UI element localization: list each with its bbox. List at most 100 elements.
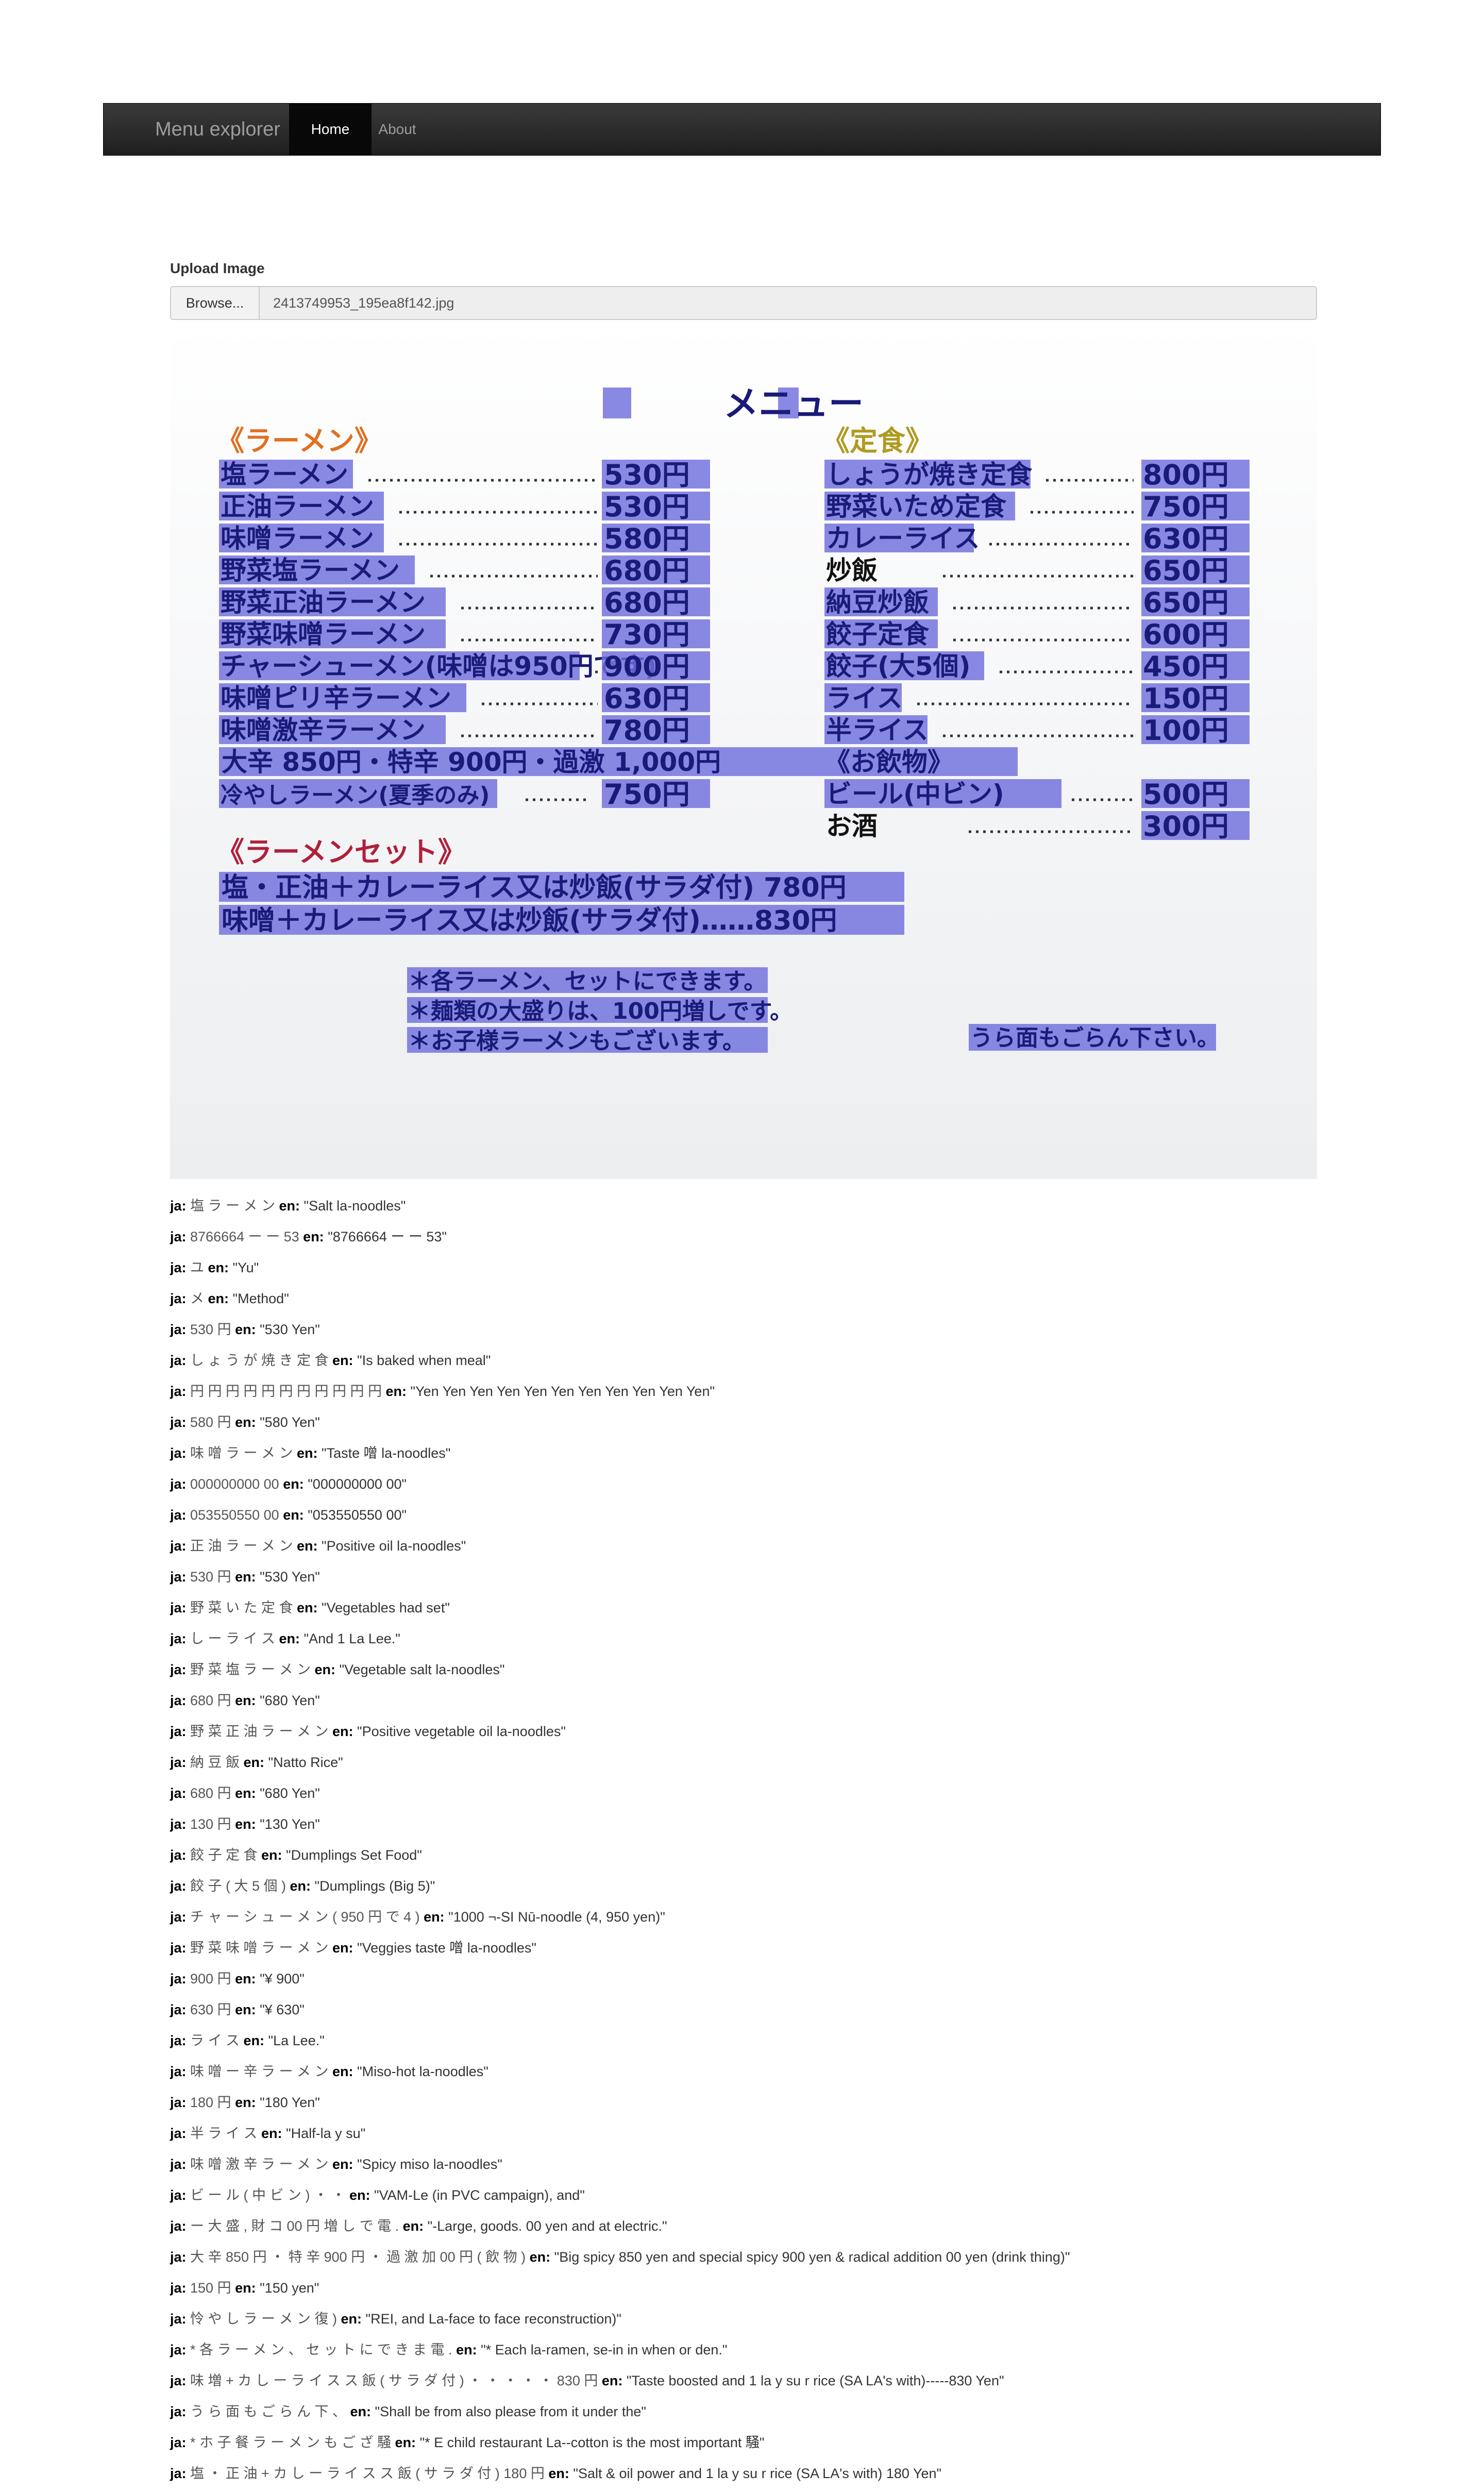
en-label: en: — [402, 2218, 428, 2234]
upload-image-label: Upload Image — [170, 260, 265, 276]
result-row: ja: 円 円 円 円 円 円 円 円 円 円 円 en: "Yen Yen Y… — [170, 1376, 1355, 1407]
ja-label: ja: — [170, 2466, 191, 2481]
en-text: "Taste boosted and 1 la y su r rice (SA … — [626, 2373, 1004, 2388]
ja-text: 580 円 — [190, 1415, 235, 1430]
nav-home-tab[interactable]: Home — [289, 104, 372, 155]
result-row: ja: 野 菜 い た 定 食 en: "Vegetables had set" — [170, 1592, 1355, 1623]
en-text: "La Lee." — [268, 2033, 325, 2048]
ramen-item-price: 630円 — [604, 682, 690, 715]
ja-text: 680 円 — [190, 1786, 235, 1801]
ja-label: ja: — [170, 1229, 191, 1244]
en-label: en: — [424, 1909, 449, 1925]
ramen-item-name: 味噌ピリ辛ラーメン — [221, 683, 451, 713]
drink-item-name: ビール(中ビン) — [826, 779, 1004, 809]
en-text: "Taste 噌 la-noodles" — [322, 1445, 451, 1461]
ja-label: ja: — [170, 1971, 191, 1986]
en-text: "Shall be from also please from it under… — [375, 2404, 646, 2419]
result-row: ja: 530 円 en: "530 Yen" — [170, 1314, 1355, 1345]
menu-note: ＊麺類の大盛りは、100円増しです。 — [408, 998, 792, 1024]
en-label: en: — [261, 1847, 286, 1863]
teishoku-item-price: 650円 — [1143, 554, 1229, 587]
navbar: Menu explorer Home About — [103, 103, 1381, 156]
ja-text: 怜 や し ラ ー メ ン 復 ) — [190, 2311, 341, 2327]
en-text: "Positive vegetable oil la-noodles" — [357, 1724, 566, 1739]
ja-text: 半 ラ イ ス — [190, 2126, 262, 2141]
en-text: "Salt & oil power and 1 la y su r rice (… — [573, 2466, 942, 2481]
en-label: en: — [208, 1260, 233, 1275]
result-row: ja: 680 円 en: "680 Yen" — [170, 1685, 1355, 1716]
selected-file-name: 2413749953_195ea8f142.jpg — [273, 295, 454, 311]
en-text: "8766664 ー ー 53" — [328, 1229, 447, 1244]
ramen-set-item: 塩・正油＋カレーライス又は炒飯(サラダ付) 780円 — [222, 872, 847, 903]
file-input[interactable]: Browse... 2413749953_195ea8f142.jpg — [170, 286, 1317, 320]
ja-text: 680 円 — [190, 1693, 235, 1708]
result-row: ja: 味 噌 ラ ー メ ン en: "Taste 噌 la-noodles" — [170, 1438, 1355, 1469]
nav-about-tab[interactable]: About — [372, 104, 423, 155]
en-label: en: — [235, 1322, 260, 1337]
ja-text: 餃 子 定 食 — [190, 1847, 262, 1863]
navbar-brand[interactable]: Menu explorer — [155, 104, 280, 155]
ja-label: ja: — [170, 2342, 191, 2358]
en-label: en: — [235, 2280, 260, 2296]
result-row: ja: ー 大 盛 , 財 コ 00 円 増 し で 電 . en: "-Lar… — [170, 2211, 1355, 2242]
result-row: ja: し ょ う が 焼 き 定 食 en: "Is baked when m… — [170, 1345, 1355, 1376]
en-text: "Yu" — [232, 1260, 259, 1275]
teishoku-item-name: しょうが焼き定食 — [826, 460, 1033, 490]
result-row: ja: ビ ー ル ( 中 ビ ン ) ・ ・ en: "VAM-Le (in … — [170, 2180, 1355, 2211]
ja-text: し ょ う が 焼 き 定 食 — [190, 1353, 333, 1368]
ramen-item-price: 730円 — [604, 618, 690, 651]
ramen-header: 《ラーメン》 — [216, 425, 382, 457]
ja-text: 大 辛 850 円 ・ 特 辛 900 円 ・ 過 激 加 00 円 ( 飲 物… — [190, 2249, 530, 2265]
menu-note: ＊お子様ラーメンもございます。 — [408, 1028, 745, 1054]
result-row: ja: 053550550 00 en: "053550550 00" — [170, 1500, 1355, 1530]
browse-button[interactable]: Browse... — [171, 287, 260, 319]
ramen-set-header: 《ラーメンセット》 — [216, 836, 466, 868]
ja-text: ユ — [190, 1260, 208, 1275]
ramen-item-name: チャーシューメン(味噌は950円です) — [221, 651, 657, 681]
en-text: "680 Yen" — [260, 1786, 320, 1801]
ja-text: 000000000 00 — [190, 1476, 283, 1492]
en-text: "Miso-hot la-noodles" — [357, 2064, 488, 2079]
en-text: "000000000 00" — [308, 1476, 407, 1492]
result-row: ja: 630 円 en: "¥ 630" — [170, 1994, 1355, 2025]
ramen-item-name: 冷やしラーメン(夏季のみ) — [221, 782, 490, 809]
ja-text: 530 円 — [190, 1569, 235, 1585]
teishoku-item-price: 100円 — [1143, 714, 1229, 747]
result-row: ja: 150 円 en: "150 yen" — [170, 2272, 1355, 2303]
en-label: en: — [243, 2033, 268, 2048]
en-label: en: — [235, 1816, 260, 1832]
en-label: en: — [601, 2373, 627, 2388]
en-text: "Positive oil la-noodles" — [322, 1538, 466, 1554]
en-label: en: — [332, 1353, 358, 1368]
ja-text: し ー ラ イ ス — [190, 1631, 279, 1646]
ja-label: ja: — [170, 2157, 191, 2172]
ramen-item-name: 正油ラーメン — [221, 492, 374, 521]
en-text: "Vegetable salt la-noodles" — [339, 1662, 505, 1677]
en-text: "Dumplings (Big 5)" — [314, 1878, 435, 1894]
en-text: "¥ 900" — [260, 1971, 305, 1986]
menu-photo: メニュー 《ラーメン》 《定食》 塩ラーメン 530円 正油ラーメン 530円 味噌ラーメン 5… — [170, 321, 1317, 1179]
ja-text: ビ ー ル ( 中 ビ ン ) ・ ・ — [190, 2187, 350, 2203]
en-text: "VAM-Le (in PVC campaign), and" — [374, 2187, 585, 2203]
en-label: en: — [529, 2249, 554, 2265]
ja-text: 8766664 ー ー 53 — [190, 1229, 303, 1244]
ja-text: 野 菜 正 油 ラ ー メ ン — [190, 1724, 333, 1739]
result-row: ja: メ en: "Method" — [170, 1283, 1355, 1314]
ramen-set-item: 味噌＋カレーライス又は炒飯(サラダ付)……830円 — [222, 905, 837, 936]
ramen-item-price: 680円 — [604, 586, 690, 619]
ja-label: ja: — [170, 2002, 191, 2017]
ja-label: ja: — [170, 1384, 191, 1399]
menu-title: メニュー — [723, 384, 864, 425]
en-label: en: — [297, 1600, 322, 1615]
ja-text: う ら 面 も ご ら ん 下 、 — [190, 2404, 350, 2419]
result-row: ja: 野 菜 正 油 ラ ー メ ン en: "Positive vegeta… — [170, 1716, 1355, 1747]
result-row: ja: 180 円 en: "180 Yen" — [170, 2087, 1355, 2118]
result-row: ja: 900 円 en: "¥ 900" — [170, 1963, 1355, 1994]
ramen-item-name: 野菜味噌ラーメン — [221, 619, 426, 649]
teishoku-item-name: 納豆炒飯 — [826, 587, 929, 617]
result-row: ja: 8766664 ー ー 53 en: "8766664 ー ー 53" — [170, 1221, 1355, 1252]
drink-item-name: お酒 — [826, 811, 878, 841]
result-row: ja: 野 菜 味 噌 ラ ー メ ン en: "Veggies taste 噌… — [170, 1932, 1355, 1963]
en-text: "* E child restaurant La--cotton is the … — [419, 2435, 765, 2450]
ja-label: ja: — [170, 1816, 191, 1832]
